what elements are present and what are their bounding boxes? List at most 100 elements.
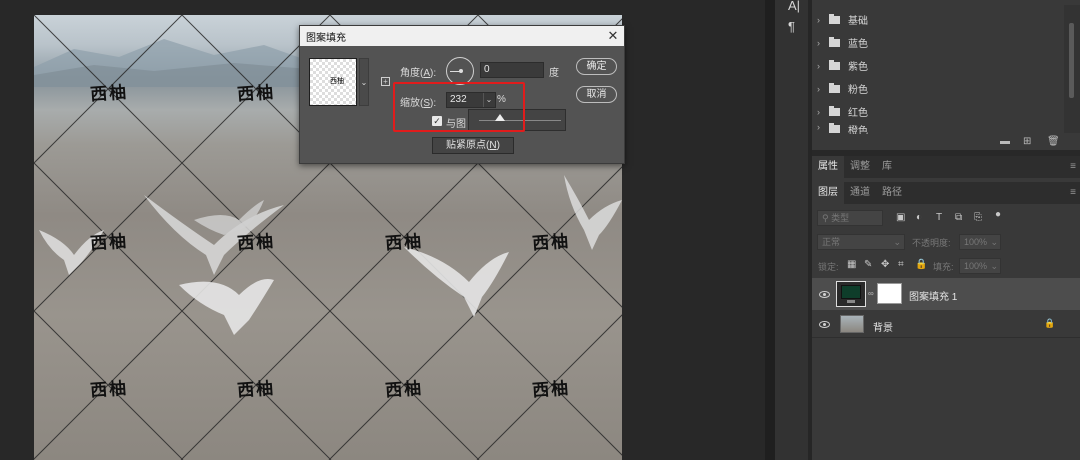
panel-menu-icon[interactable]: ≡ — [1070, 182, 1076, 204]
adjustment-filter-icon[interactable]: ◐ — [916, 212, 922, 223]
dialog-title: 图案填充 — [306, 32, 346, 44]
watermark-text: 西柚 — [531, 378, 571, 402]
watermark-text: 西柚 — [236, 378, 276, 402]
watermark-text: 西柚 — [384, 231, 424, 255]
chevron-right-icon[interactable]: › — [817, 84, 829, 94]
dialog-titlebar[interactable]: 图案填充 ✕ — [300, 26, 624, 46]
opacity-input[interactable]: 100% ⌄ — [959, 234, 1001, 250]
chevron-right-icon[interactable]: › — [817, 61, 829, 71]
panel-menu-icon[interactable]: ≡ — [1070, 156, 1076, 178]
lock-artboard-icon[interactable]: ⌗ — [898, 259, 904, 270]
layer-row[interactable]: 背景 🔒 — [812, 311, 1080, 337]
swatch-folder-label: 蓝色 — [848, 39, 868, 50]
watermark-text: 西柚 — [89, 231, 129, 255]
pattern-swatch-text: 西柚 — [330, 78, 344, 85]
swatches-scrollbar[interactable] — [1064, 5, 1080, 133]
search-icon: ⚲ — [822, 213, 832, 223]
character-icon[interactable]: A| — [788, 0, 800, 13]
watermark-text: 西柚 — [384, 378, 424, 402]
new-preset-icon[interactable]: + — [381, 77, 390, 86]
swatches-panel: › 基础 › 蓝色 › 紫色 › 粉色 › 红色 › 橙色 ▬ ⊞ 🗑 — [812, 0, 1080, 150]
folder-icon — [829, 82, 840, 93]
tab-libraries[interactable]: 库 — [876, 156, 898, 178]
new-swatch-icon[interactable]: ⊞ — [1023, 136, 1031, 147]
chevron-right-icon[interactable]: › — [817, 107, 829, 117]
fill-label: 填充: — [933, 262, 954, 272]
layer-separator — [812, 337, 1080, 338]
type-filter-icon[interactable]: T — [936, 212, 942, 223]
snap-to-origin-button[interactable]: 贴紧原点(N) — [432, 137, 514, 154]
chevron-down-icon: ⌄ — [360, 77, 368, 87]
chevron-right-icon[interactable]: › — [817, 38, 829, 48]
layers-panel: ⚲ 类型 ▣ ◐ T ⧉ ⎘ ● 正常 ⌄ 不透明度: 100% ⌄ 锁定: ▦ ✎… — [812, 204, 1080, 460]
eye-icon[interactable] — [819, 291, 830, 298]
swatch-folder[interactable]: › 基础 — [812, 8, 1064, 31]
layer-filter-placeholder: 类型 — [831, 213, 850, 223]
background-layer-thumbnail[interactable] — [840, 315, 864, 333]
pixel-filter-icon[interactable]: ▣ — [896, 212, 905, 223]
layer-row[interactable]: ∞ 图案填充 1 — [812, 278, 1080, 310]
layer-filter-input[interactable]: ⚲ 类型 — [817, 210, 883, 226]
properties-panel-tabs: 属性 调整 库 ≡ — [812, 156, 1080, 178]
lock-all-icon[interactable]: 🔒 — [915, 259, 927, 270]
fill-input[interactable]: 100% ⌄ — [959, 258, 1001, 274]
folder-icon — [829, 13, 840, 24]
lock-pixels-icon[interactable]: ✎ — [864, 259, 872, 270]
angle-input[interactable]: 0 — [480, 62, 544, 78]
paragraph-icon[interactable]: ¶ — [788, 19, 795, 34]
panel-divider — [765, 0, 775, 460]
watermark-text: 西柚 — [89, 82, 129, 106]
lock-icon: 🔒 — [1044, 318, 1056, 328]
chevron-right-icon[interactable]: › — [817, 122, 829, 132]
tab-channels[interactable]: 通道 — [844, 182, 876, 204]
folder-icon — [829, 36, 840, 47]
collapsed-panel-strip: A| ¶ — [775, 0, 809, 460]
eye-icon[interactable] — [819, 321, 830, 328]
layer-name[interactable]: 背景 — [873, 319, 893, 334]
pattern-fill-dialog: 图案填充 ✕ 西柚 ⌄ + 角度(A): 0 度 缩放(S): 232 ⌄ % … — [299, 25, 625, 164]
swatch-folder[interactable]: › 紫色 — [812, 54, 1064, 77]
swatch-folder[interactable]: › 粉色 — [812, 77, 1064, 100]
chevron-right-icon[interactable]: › — [817, 15, 829, 25]
layer-mask-thumbnail[interactable] — [877, 283, 902, 304]
folder-icon — [829, 59, 840, 70]
new-group-icon[interactable]: ▬ — [1000, 136, 1010, 147]
swatch-folder-label: 基础 — [848, 16, 868, 27]
tab-properties[interactable]: 属性 — [812, 156, 844, 178]
tab-adjustments[interactable]: 调整 — [844, 156, 876, 178]
pattern-picker-dropdown[interactable]: ⌄ — [359, 58, 369, 106]
lock-position-icon[interactable]: ✥ — [881, 259, 889, 270]
chain-link-icon[interactable]: ∞ — [868, 289, 874, 298]
filter-toggle-icon[interactable]: ● — [995, 209, 1001, 220]
annotation-highlight-box — [393, 82, 525, 132]
cancel-button[interactable]: 取消 — [576, 86, 617, 103]
delete-icon[interactable]: 🗑 — [1047, 136, 1060, 147]
swatch-folder-label: 橙色 — [848, 126, 868, 134]
tab-paths[interactable]: 路径 — [876, 182, 908, 204]
lock-transparency-icon[interactable]: ▦ — [847, 259, 856, 270]
tab-layers[interactable]: 图层 — [812, 182, 844, 204]
pattern-preview-swatch[interactable]: 西柚 — [309, 58, 357, 106]
watermark-text: 西柚 — [89, 378, 129, 402]
shape-filter-icon[interactable]: ⧉ — [955, 212, 962, 223]
angle-dial[interactable] — [446, 57, 474, 85]
watermark-text: 西柚 — [236, 82, 276, 106]
opacity-label: 不透明度: — [912, 238, 951, 248]
angle-label: 角度(A): — [400, 68, 437, 79]
swatch-folder[interactable]: › 蓝色 — [812, 31, 1064, 54]
scrollbar-thumb[interactable] — [1069, 23, 1074, 98]
swatches-footer: ▬ ⊞ 🗑 — [812, 134, 1080, 150]
lock-label: 锁定: — [818, 262, 839, 272]
layer-name[interactable]: 图案填充 1 — [909, 288, 957, 303]
swatch-folder[interactable]: › 橙色 — [812, 122, 1064, 134]
swatch-folder-label: 红色 — [848, 108, 868, 119]
swatch-folder-label: 粉色 — [848, 85, 868, 96]
fill-layer-thumbnail[interactable] — [836, 281, 866, 307]
gull-image — [179, 279, 274, 335]
ok-button[interactable]: 确定 — [576, 58, 617, 75]
blend-mode-select[interactable]: 正常 ⌄ — [817, 234, 905, 250]
swatch-folder[interactable]: › 红色 — [812, 100, 1064, 123]
close-icon[interactable]: ✕ — [602, 28, 624, 44]
smart-object-filter-icon[interactable]: ⎘ — [974, 212, 982, 223]
folder-icon — [829, 123, 840, 133]
